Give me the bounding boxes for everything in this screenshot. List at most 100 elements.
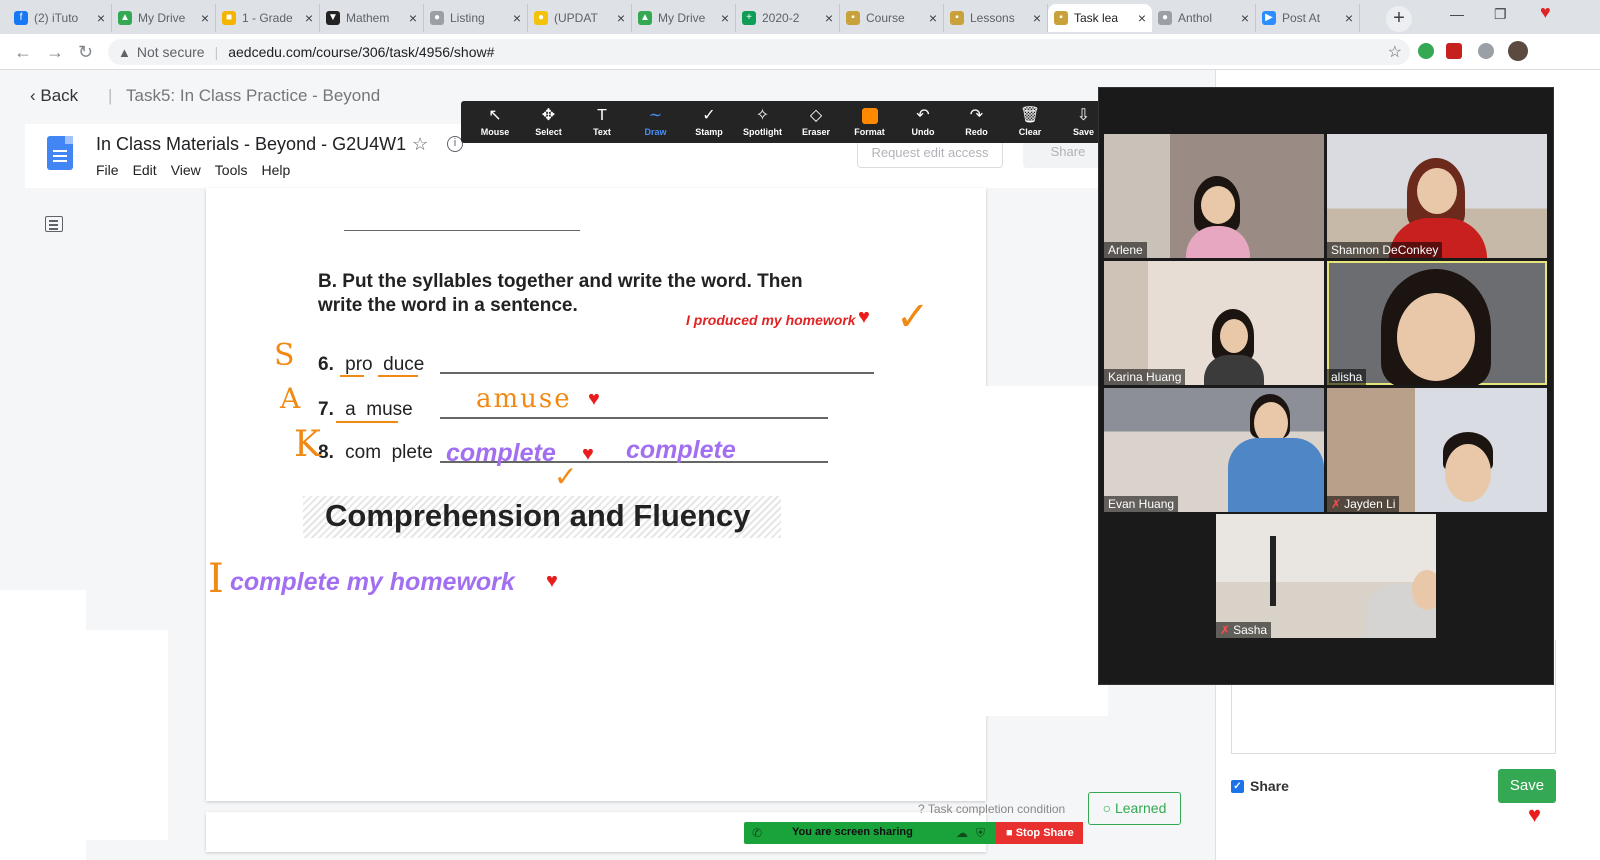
tool-redo[interactable]: ↷ Redo xyxy=(949,105,1005,137)
forward-arrow-icon[interactable]: → xyxy=(46,42,64,63)
draw-icon: ∼ xyxy=(648,107,663,124)
share-checkbox[interactable]: ✓ Share xyxy=(1231,778,1289,794)
browser-tab[interactable]: ▶ Post At × xyxy=(1256,4,1360,32)
participant-tile[interactable]: ✗ Sasha xyxy=(1216,514,1436,638)
extensions-puzzle-icon[interactable] xyxy=(1478,43,1494,59)
browser-tab[interactable]: ● (UPDAT × xyxy=(528,4,632,32)
tab-close-icon[interactable]: × xyxy=(513,10,521,26)
checkmark-icon: ✓ xyxy=(554,461,578,492)
browser-tab-strip: f (2) iTuto × ▲ My Drive × ■ 1 - Grade × ▼ Mathem ×… xyxy=(0,0,1600,34)
tab-close-icon[interactable]: × xyxy=(1241,10,1249,26)
participant-tile[interactable]: alisha xyxy=(1327,261,1547,385)
tab-close-icon[interactable]: × xyxy=(305,10,313,26)
participant-name: Arlene xyxy=(1104,242,1147,258)
tool-undo[interactable]: ↶ Undo xyxy=(895,105,951,137)
participant-name: Karina Huang xyxy=(1104,369,1186,385)
checkbox-checked-icon[interactable]: ✓ xyxy=(1231,779,1244,793)
back-arrow-icon[interactable]: ← xyxy=(14,42,32,63)
heart-icon: ♥ xyxy=(582,443,594,465)
browser-tab[interactable]: ▲ My Drive × xyxy=(632,4,736,32)
browser-tab[interactable]: +2020-2 × xyxy=(736,4,840,32)
section-heading: Comprehension and Fluency xyxy=(303,496,781,538)
tool-eraser[interactable]: ◇ Eraser xyxy=(788,105,844,137)
participant-tile[interactable]: ✗ Jayden Li xyxy=(1327,388,1547,512)
browser-tab[interactable]: ▼ Mathem × xyxy=(320,4,424,32)
tab-label: (2) iTuto xyxy=(34,11,79,25)
tab-close-icon[interactable]: × xyxy=(1033,10,1041,26)
tab-close-icon[interactable]: × xyxy=(825,10,833,26)
menu-file[interactable]: File xyxy=(96,162,119,178)
format-icon xyxy=(842,105,898,127)
tab-close-icon[interactable]: × xyxy=(1345,10,1353,26)
tool-text[interactable]: T Text xyxy=(574,105,630,137)
tab-label: Listing xyxy=(450,11,485,25)
task-completion-condition[interactable]: ? Task completion condition xyxy=(918,802,1065,816)
tab-close-icon[interactable]: × xyxy=(409,10,417,26)
extension-green-icon[interactable] xyxy=(1418,43,1434,59)
browser-tab[interactable]: ● Anthol × xyxy=(1152,4,1256,32)
browser-tab[interactable]: ● Listing × xyxy=(424,4,528,32)
back-link[interactable]: ‹ Back xyxy=(30,86,78,105)
annotation-handwriting: amuse xyxy=(476,384,572,414)
bookmark-star-icon[interactable]: ☆ xyxy=(1388,42,1402,62)
url-field[interactable]: ▲ Not secure | aedcedu.com/course/306/ta… xyxy=(108,39,1410,65)
tab-close-icon[interactable]: × xyxy=(201,10,209,26)
menu-tools[interactable]: Tools xyxy=(215,162,248,178)
participant-tile[interactable]: Karina Huang xyxy=(1104,261,1324,385)
browser-tab[interactable]: ▪ Course × xyxy=(840,4,944,32)
browser-tab[interactable]: ■ 1 - Grade × xyxy=(216,4,320,32)
extension-red-icon[interactable] xyxy=(1446,43,1462,59)
save-button[interactable]: Save xyxy=(1498,769,1556,803)
menu-view[interactable]: View xyxy=(171,162,201,178)
browser-tab[interactable]: f (2) iTuto × xyxy=(8,4,112,32)
undo-icon: ↶ xyxy=(916,107,930,124)
tab-close-icon[interactable]: × xyxy=(1138,10,1146,26)
list-item: 8. com plete xyxy=(318,442,433,463)
help-icon: ? xyxy=(918,802,925,816)
document-outline-icon[interactable] xyxy=(45,216,63,232)
tab-label: Lessons xyxy=(970,11,1015,25)
new-tab-button[interactable]: + xyxy=(1386,6,1412,32)
tool-select[interactable]: ✥ Select xyxy=(521,105,577,137)
tool-format[interactable]: Format xyxy=(842,105,898,137)
browser-tab[interactable]: ▪ Lessons × xyxy=(944,4,1048,32)
tool-spotlight[interactable]: ✧ Spotlight xyxy=(735,105,791,137)
reload-icon[interactable]: ↻ xyxy=(78,42,93,63)
tab-label: 2020-2 xyxy=(762,11,800,25)
browser-tab[interactable]: ▲ My Drive × xyxy=(112,4,216,32)
clear-icon: 🗑 xyxy=(1019,107,1041,124)
tab-favicon-icon: ● xyxy=(1158,11,1172,25)
tab-favicon-icon: + xyxy=(742,11,756,25)
learned-button[interactable]: ○ Learned xyxy=(1088,792,1181,825)
instruction-text: B. Put the syllables together and write … xyxy=(318,271,803,316)
mouse-icon: ↖ xyxy=(488,107,502,124)
participant-name: ✗ Jayden Li xyxy=(1327,496,1400,512)
doc-title: In Class Materials - Beyond - G2U4W1 xyxy=(96,134,407,154)
participant-tile[interactable]: Evan Huang xyxy=(1104,388,1324,512)
tab-close-icon[interactable]: × xyxy=(617,10,625,26)
browser-tab[interactable]: ▪ Task lea × xyxy=(1048,4,1152,32)
participant-tile[interactable]: Shannon DeConkey xyxy=(1327,134,1547,258)
minimize-icon[interactable]: — xyxy=(1450,6,1464,22)
cloud-icon: ☁ xyxy=(956,826,968,840)
restore-icon[interactable]: ❐ xyxy=(1494,6,1507,23)
tool-stamp[interactable]: ✓ Stamp xyxy=(681,105,737,137)
tab-close-icon[interactable]: × xyxy=(97,10,105,26)
profile-avatar[interactable] xyxy=(1508,41,1528,61)
eraser-icon: ◇ xyxy=(809,107,823,124)
tool-clear[interactable]: 🗑 Clear xyxy=(1002,105,1058,137)
tool-mouse[interactable]: ↖ Mouse xyxy=(467,105,523,137)
participant-tile[interactable]: Arlene xyxy=(1104,134,1324,258)
lms-page: ‹ Back | Task5: In Class Practice - Beyo… xyxy=(0,70,1215,860)
menu-edit[interactable]: Edit xyxy=(133,162,157,178)
stop-share-button[interactable]: ■ Stop Share xyxy=(996,822,1083,844)
tab-close-icon[interactable]: × xyxy=(721,10,729,26)
participant-name: ✗ Sasha xyxy=(1216,622,1272,638)
menu-help[interactable]: Help xyxy=(261,162,290,178)
heart-icon: ♥ xyxy=(588,388,600,410)
tab-label: My Drive xyxy=(658,11,706,25)
tool-draw[interactable]: ∼ Draw xyxy=(628,105,684,137)
star-icon[interactable]: ☆ xyxy=(412,134,428,155)
tab-favicon-icon: ▪ xyxy=(950,11,964,25)
tab-close-icon[interactable]: × xyxy=(929,10,937,26)
